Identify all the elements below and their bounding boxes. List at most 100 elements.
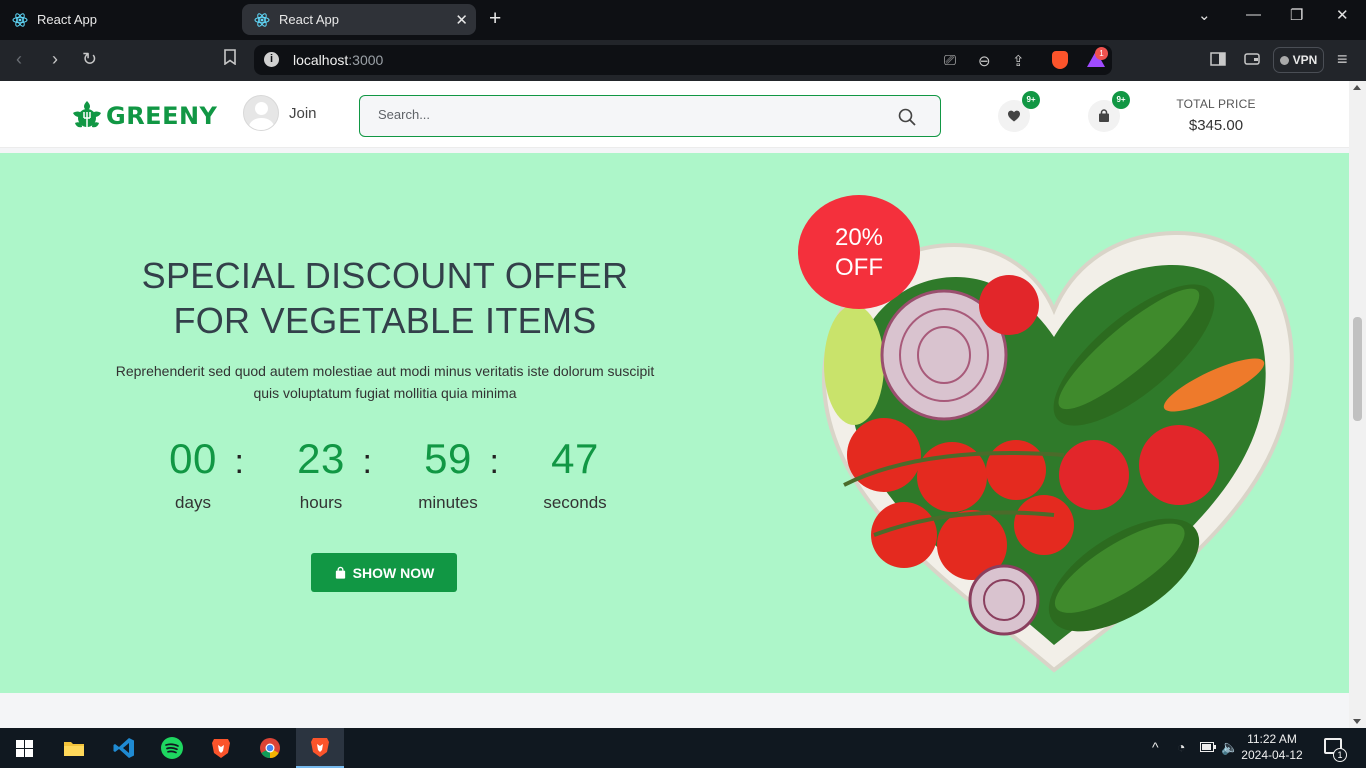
countdown-value: 47 bbox=[551, 435, 599, 482]
taskbar-brave[interactable] bbox=[197, 728, 245, 768]
scrollbar-thumb[interactable] bbox=[1353, 317, 1362, 421]
forward-button[interactable]: › bbox=[52, 49, 58, 70]
address-bar[interactable]: i localhost:3000 ⎚ ⊖ ⇪ 1 bbox=[254, 45, 1112, 75]
clock-date: 2024-04-12 bbox=[1241, 748, 1303, 762]
countdown-unit: hours bbox=[299, 493, 343, 512]
countdown-unit: minutes bbox=[418, 493, 478, 512]
minimize-button[interactable]: — bbox=[1246, 6, 1261, 23]
windows-taskbar: ^ ◔ 🔈 11:22 AM 2024-04-12 1 bbox=[0, 728, 1366, 768]
notification-count-badge: 1 bbox=[1333, 748, 1347, 762]
site-header: GREENY Join 9+ 9+ TOTAL PRICE $345.00 bbox=[0, 81, 1349, 148]
spotify-icon bbox=[161, 737, 183, 759]
countdown-value: 00 bbox=[169, 435, 217, 482]
wishlist-count-badge: 9+ bbox=[1022, 91, 1040, 109]
vpn-status-icon bbox=[1279, 55, 1289, 65]
offer-percent: 20% bbox=[834, 224, 884, 251]
search-icon[interactable] bbox=[898, 108, 916, 126]
join-link[interactable]: Join bbox=[243, 95, 317, 131]
page-viewport: GREENY Join 9+ 9+ TOTAL PRICE $345.00 SP… bbox=[0, 81, 1366, 728]
network-icon[interactable]: ◔ bbox=[1177, 739, 1185, 755]
join-label: Join bbox=[289, 104, 317, 122]
windows-icon bbox=[15, 739, 33, 757]
new-tab-button[interactable]: + bbox=[489, 8, 501, 30]
total-price-value: $345.00 bbox=[1188, 117, 1244, 134]
countdown-separator: : bbox=[234, 443, 244, 481]
battery-icon[interactable] bbox=[1200, 739, 1216, 755]
back-button[interactable]: ‹ bbox=[16, 49, 22, 70]
bookmark-icon[interactable] bbox=[223, 49, 237, 70]
taskbar-brave-active[interactable] bbox=[296, 728, 344, 768]
react-icon bbox=[12, 12, 28, 27]
chrome-icon bbox=[260, 738, 280, 759]
brave-icon bbox=[311, 738, 329, 757]
browser-toolbar: ‹ › ↻ i localhost:3000 ⎚ ⊖ ⇪ 1 VPN ≡ bbox=[0, 40, 1366, 81]
countdown-separator: : bbox=[362, 443, 372, 481]
browser-tab-strip: React App React App ✕ + ⌄ — ❐ ✕ bbox=[0, 0, 1366, 40]
banner-title: SPECIAL DISCOUNT OFFER FOR VEGETABLE ITE… bbox=[141, 255, 629, 341]
taskbar-vscode[interactable] bbox=[100, 728, 148, 768]
volume-icon[interactable]: 🔈 bbox=[1221, 739, 1238, 756]
banner-description: Reprehenderit sed quod autem molestiae a… bbox=[115, 363, 655, 401]
system-clock[interactable]: 11:22 AM 2024-04-12 bbox=[1240, 731, 1304, 763]
clock-time: 11:22 AM bbox=[1247, 732, 1297, 746]
discount-offer-badge: 20% OFF bbox=[798, 195, 920, 309]
close-window-button[interactable]: ✕ bbox=[1336, 6, 1349, 24]
sidebar-icon[interactable] bbox=[1210, 50, 1226, 71]
taskbar-file-explorer[interactable] bbox=[50, 728, 98, 768]
browser-tab[interactable]: React App bbox=[0, 4, 238, 35]
tab-search-chevron-icon[interactable]: ⌄ bbox=[1198, 6, 1211, 24]
site-logo[interactable]: GREENY bbox=[70, 99, 217, 133]
countdown-minutes: 59 : minutes bbox=[393, 435, 503, 512]
menu-icon[interactable]: ≡ bbox=[1337, 49, 1348, 70]
vpn-button[interactable]: VPN bbox=[1273, 47, 1324, 73]
countdown-value: 23 bbox=[297, 435, 345, 482]
wishlist-button[interactable]: 9+ bbox=[998, 91, 1040, 132]
share-icon[interactable]: ⇪ bbox=[1012, 52, 1025, 70]
tab-title: React App bbox=[279, 12, 339, 27]
heart-icon bbox=[1008, 110, 1020, 122]
wallet-icon[interactable] bbox=[1244, 50, 1260, 71]
site-info-icon[interactable]: i bbox=[264, 52, 279, 67]
page-scrollbar[interactable] bbox=[1349, 81, 1366, 728]
show-now-button[interactable]: SHOW NOW bbox=[311, 553, 457, 592]
cast-icon[interactable]: ⎚ bbox=[944, 52, 956, 69]
countdown-seconds: 47 seconds bbox=[520, 435, 630, 512]
zoom-icon[interactable]: ⊖ bbox=[978, 52, 991, 70]
brave-icon bbox=[212, 739, 230, 758]
scroll-down-arrow-icon[interactable] bbox=[1353, 719, 1361, 724]
reload-button[interactable]: ↻ bbox=[82, 49, 97, 70]
countdown-unit: seconds bbox=[543, 493, 607, 512]
total-price: TOTAL PRICE $345.00 bbox=[1170, 97, 1262, 134]
show-now-label: SHOW NOW bbox=[352, 564, 435, 581]
shopping-bag-icon bbox=[1099, 109, 1109, 122]
countdown-separator: : bbox=[489, 443, 499, 481]
countdown-value: 59 bbox=[424, 435, 472, 482]
vscode-icon bbox=[113, 738, 134, 758]
restore-button[interactable]: ❐ bbox=[1290, 6, 1303, 24]
taskbar-spotify[interactable] bbox=[148, 728, 196, 768]
cart-count-badge: 9+ bbox=[1112, 91, 1130, 109]
countdown-hours: 23 : hours bbox=[266, 435, 376, 512]
browser-tab-active[interactable]: React App ✕ bbox=[242, 4, 476, 35]
leaf-fork-logo-icon bbox=[73, 101, 101, 130]
tab-title: React App bbox=[37, 12, 97, 27]
rewards-badge: 1 bbox=[1095, 47, 1108, 60]
discount-banner: SPECIAL DISCOUNT OFFER FOR VEGETABLE ITE… bbox=[0, 153, 1349, 693]
search-box bbox=[359, 95, 941, 137]
folder-icon bbox=[64, 742, 84, 756]
shopping-bag-icon bbox=[335, 566, 345, 579]
scroll-up-arrow-icon[interactable] bbox=[1353, 85, 1361, 90]
taskbar-chrome[interactable] bbox=[246, 728, 294, 768]
tray-chevron-up-icon[interactable]: ^ bbox=[1152, 739, 1159, 755]
search-input[interactable] bbox=[378, 107, 878, 122]
close-tab-icon[interactable]: ✕ bbox=[455, 11, 468, 29]
brave-shields-icon[interactable] bbox=[1052, 51, 1068, 69]
countdown-days: 00 : days bbox=[138, 435, 248, 512]
total-price-label: TOTAL PRICE bbox=[1176, 97, 1256, 111]
cart-button[interactable]: 9+ bbox=[1088, 91, 1130, 132]
start-button[interactable] bbox=[0, 728, 48, 768]
react-icon bbox=[254, 12, 270, 27]
countdown-unit: days bbox=[175, 493, 211, 512]
url-text[interactable]: localhost:3000 bbox=[293, 52, 383, 68]
offer-off: OFF bbox=[835, 254, 883, 281]
